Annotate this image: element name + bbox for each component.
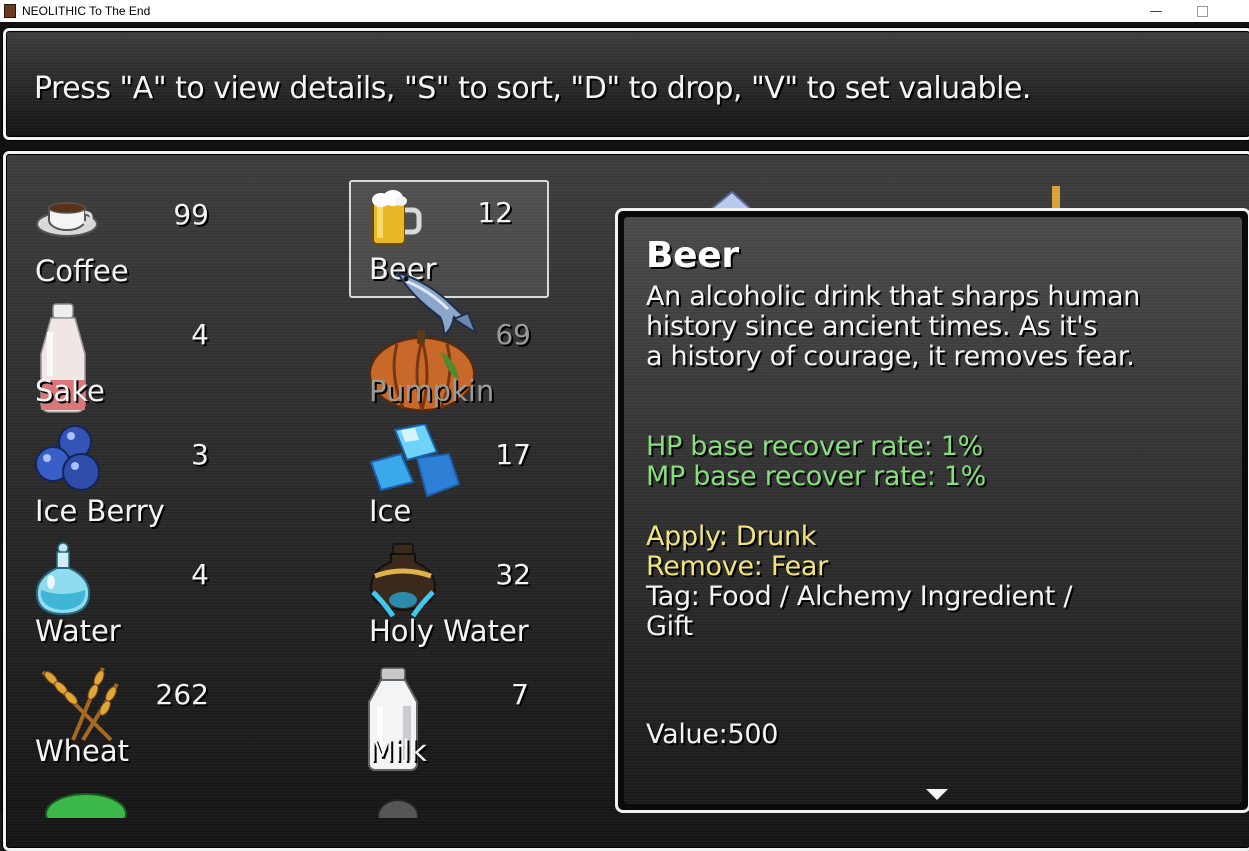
item-name: Milk (369, 734, 427, 768)
ice-crystal-icon (367, 422, 463, 504)
detail-value: Value:500 (646, 719, 779, 750)
ice-berry-icon (33, 424, 105, 496)
item-slot-water[interactable]: 4 Water (33, 542, 233, 660)
window-title: NEOLITHIC To The End (22, 4, 151, 18)
item-name: Holy Water (369, 614, 529, 648)
maximize-icon (1196, 5, 1208, 17)
item-slot-wheat[interactable]: 262 Wheat (33, 662, 233, 780)
item-count: 12 (477, 196, 513, 229)
sake-bottle-icon (33, 302, 105, 413)
item-name: Ice (369, 494, 412, 528)
coffee-cup-icon (33, 184, 105, 256)
item-count: 3 (191, 438, 209, 471)
item-count: 262 (155, 678, 209, 711)
detail-tags-line: Tag: Food / Alchemy Ingredient / (646, 581, 1073, 612)
item-count: 99 (173, 198, 209, 231)
item-detail-panel: Beer An alcoholic drink that sharps huma… (624, 217, 1242, 804)
detail-stat-line: MP base recover rate: 1% (646, 461, 987, 492)
item-slot-ice[interactable]: 17 Ice (367, 422, 567, 540)
item-slot-milk[interactable]: 7 Milk (367, 662, 567, 780)
fish-cursor-icon (392, 267, 482, 347)
minimize-button[interactable]: — (1133, 0, 1179, 22)
water-flask-icon (33, 542, 105, 616)
item-name: Wheat (35, 734, 130, 768)
item-slot-sake[interactable]: 4 Sake (33, 302, 233, 420)
item-name: Sake (35, 374, 105, 408)
detail-stat-line: HP base recover rate: 1% (646, 431, 984, 462)
item-count: 4 (191, 318, 209, 351)
item-name: Pumpkin (369, 374, 495, 408)
item-count: 4 (191, 558, 209, 591)
beer-mug-icon (367, 186, 439, 258)
game-screen: Press "A" to view details, "S" to sort, … (0, 22, 1249, 851)
detail-description-line: An alcoholic drink that sharps human (646, 281, 1141, 312)
holy-water-icon (367, 542, 439, 618)
item-count: 32 (495, 558, 531, 591)
item-count: 17 (495, 438, 531, 471)
help-text: Press "A" to view details, "S" to sort, … (34, 71, 1031, 106)
item-detail-window: Beer An alcoholic drink that sharps huma… (615, 208, 1249, 813)
detail-apply-effect: Apply: Drunk (646, 521, 817, 552)
partial-item-icon (374, 792, 434, 833)
detail-description-line: history since ancient times. As it's (646, 311, 1098, 342)
detail-description-line: a history of courage, it removes fear. (646, 341, 1135, 372)
item-slot-holy-water[interactable]: 32 Holy Water (367, 542, 567, 660)
item-slot-ice-berry[interactable]: 3 Ice Berry (33, 422, 233, 540)
detail-title: Beer (646, 235, 739, 276)
item-count: 7 (511, 678, 529, 711)
help-window: Press "A" to view details, "S" to sort, … (3, 28, 1249, 140)
window-titlebar: NEOLITHIC To The End — (0, 0, 1249, 22)
app-icon (4, 4, 16, 18)
item-name: Ice Berry (35, 494, 165, 528)
detail-remove-effect: Remove: Fear (646, 551, 828, 582)
partial-item-icon (42, 788, 130, 835)
item-count: 69 (495, 318, 531, 351)
detail-tags-line: Gift (646, 611, 693, 642)
item-slot-coffee[interactable]: 99 Coffee (33, 182, 233, 300)
item-name: Water (35, 614, 121, 648)
wheat-icon (33, 664, 123, 744)
maximize-button[interactable] (1179, 0, 1225, 22)
scroll-down-arrow-icon[interactable] (926, 789, 948, 800)
item-name: Coffee (35, 254, 129, 288)
